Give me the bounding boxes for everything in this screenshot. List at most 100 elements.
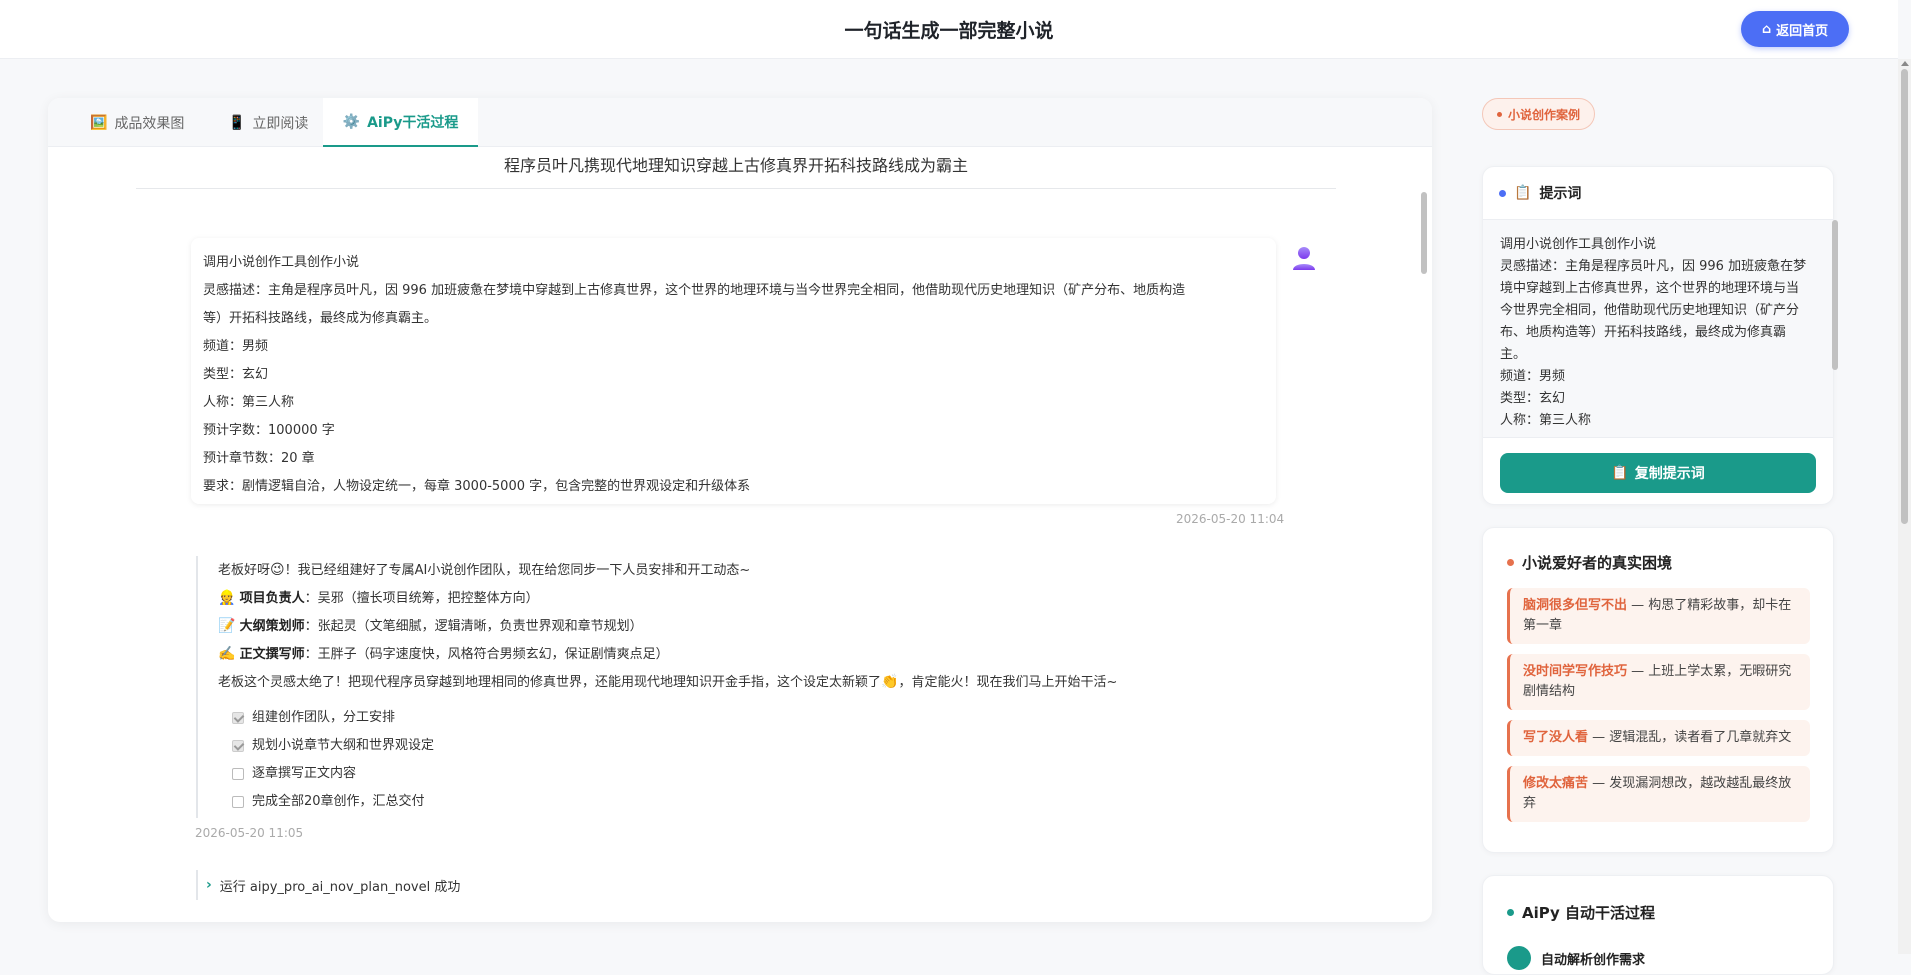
content-scrollbar[interactable] [1421, 186, 1428, 916]
prompt-panel: 📋 提示词 调用小说创作工具创作小说 灵感描述：主角是程序员叶凡，因 996 加… [1482, 166, 1834, 505]
auto-panel-title: AiPy 自动干活过程 [1522, 904, 1656, 922]
message-line: 频道：男频 [203, 339, 269, 354]
pain-item: 写了没人看 — 逻辑混乱，读者看了几章就弃文 [1507, 720, 1810, 756]
tab-aipy-process[interactable]: ⚙️ AiPy干活过程 [323, 98, 478, 147]
clipboard-icon: 📋 [1514, 185, 1532, 201]
task-checkbox[interactable] [232, 712, 244, 724]
reply-intro-text: 老板好呀 [218, 563, 271, 578]
reply-intro: 老板好呀😉！我已经组建好了专属AI小说创作团队，现在给您同步一下人员安排和开工动… [218, 556, 1246, 584]
copy-prompt-button[interactable]: 📋 复制提示词 [1500, 453, 1816, 493]
worker-emoji-icon: 👷 [218, 590, 236, 606]
message-line: 等）开拓科技路线，最终成为修真霸主。 [203, 311, 438, 326]
main-panel: 🖼️ 成品效果图 📱 立即阅读 ⚙️ AiPy干活过程 程序员叶凡携现代地理知识… [48, 98, 1432, 922]
reply-outro-text: 老板这个灵感太绝了！把现代程序员穿越到地理相同的修真世界，还能用现代地理知识开金… [218, 675, 882, 690]
top-bar: 一句话生成一部完整小说 ⌂ 返回首页 [0, 0, 1898, 59]
pain-panel-title: 小说爱好者的真实困境 [1522, 554, 1673, 572]
prompt-scrollbar-thumb[interactable] [1832, 220, 1838, 370]
home-icon: ⌂ [1761, 21, 1772, 37]
pain-item: 脑洞很多但写不出 — 构思了精彩故事，却卡在第一章 [1507, 588, 1810, 644]
home-button[interactable]: ⌂ 返回首页 [1741, 11, 1849, 47]
message-line: 调用小说创作工具创作小说 [203, 255, 360, 270]
task-item: 逐章撰写正文内容 [218, 760, 1246, 788]
auto-panel-header: AiPy 自动干活过程 [1507, 902, 1655, 923]
user-avatar-icon [1293, 247, 1315, 270]
auto-process-panel: AiPy 自动干活过程 自动解析创作需求 [1482, 875, 1834, 975]
pain-key: 修改太痛苦 [1523, 776, 1589, 791]
role-item: 👷 项目负责人：吴邪（擅长项目统筹，把控整体方向） [218, 584, 1246, 612]
tab-label: 成品效果图 [114, 115, 185, 132]
message-line: 类型：玄幻 [203, 367, 269, 382]
task-list: 组建创作团队，分工安排 规划小说章节大纲和世界观设定 逐章撰写正文内容 完成全部… [218, 704, 1246, 816]
scroll-up-arrow-icon[interactable] [1901, 61, 1909, 66]
reply-intro-text-2: ！我已经组建好了专属AI小说创作团队，现在给您同步一下人员安排和开工动态~ [284, 563, 751, 578]
pain-item: 修改太痛苦 — 发现漏洞想改，越改越乱最终放弃 [1507, 766, 1810, 822]
prompt-line: 类型：玄幻 [1500, 391, 1566, 406]
page-title: 一句话生成一部完整小说 [844, 20, 1054, 42]
tab-bar: 🖼️ 成品效果图 📱 立即阅读 ⚙️ AiPy干活过程 [48, 98, 1432, 147]
role-desc: ：张起灵（文笔细腻，逻辑清晰，负责世界观和章节规划） [304, 619, 643, 634]
task-checkbox[interactable] [232, 796, 244, 808]
phone-icon: 📱 [228, 114, 246, 131]
tab-result-image[interactable]: 🖼️ 成品效果图 [90, 98, 184, 147]
pain-key: 写了没人看 [1523, 730, 1589, 745]
home-button-label: 返回首页 [1776, 23, 1829, 39]
bullet-dot-icon [1499, 189, 1506, 197]
task-item: 规划小说章节大纲和世界观设定 [218, 732, 1246, 760]
auto-step: 自动解析创作需求 [1507, 946, 1645, 970]
role-title: 大纲策划师 [239, 619, 305, 634]
bullet-dot-icon [1507, 559, 1514, 566]
prompt-panel-title: 提示词 [1539, 186, 1582, 202]
page-scrollbar[interactable] [1898, 59, 1911, 954]
prompt-line: 布、地质构造等）开拓科技路线，最终成为修真霸 [1500, 325, 1787, 340]
reply-timestamp: 2026-05-20 11:05 [195, 826, 304, 840]
step-circle-icon [1507, 946, 1531, 970]
message-timestamp: 2026-05-20 11:04 [1176, 512, 1285, 526]
task-item: 组建创作团队，分工安排 [218, 704, 1246, 732]
role-item: ✍️ 正文撰写师：王胖子（码字速度快，风格符合男频玄幻，保证剧情爽点足） [218, 640, 1246, 668]
prompt-line: 人称：第三人称 [1500, 413, 1592, 428]
role-title: 项目负责人 [239, 591, 305, 606]
picture-icon: 🖼️ [90, 114, 108, 131]
message-line: 预计字数：100000 字 [203, 423, 335, 438]
clipboard-icon: 📋 [1611, 465, 1629, 481]
task-item: 完成全部20章创作，汇总交付 [218, 788, 1246, 816]
pain-text: — 逻辑混乱，读者看了几章就弃文 [1588, 730, 1792, 745]
prompt-line: 灵感描述：主角是程序员叶凡，因 996 加班疲惫在梦 [1500, 259, 1807, 274]
task-checkbox[interactable] [232, 768, 244, 780]
pain-points-panel: 小说爱好者的真实困境 脑洞很多但写不出 — 构思了精彩故事，却卡在第一章 没时间… [1482, 527, 1834, 853]
reply-outro-text-2: ，肯定能火！现在我们马上开始干活~ [898, 675, 1118, 690]
message-line: 灵感描述：主角是程序员叶凡，因 996 加班疲惫在梦境中穿越到上古修真世界，这个… [203, 283, 1186, 298]
pain-key: 没时间学写作技巧 [1523, 664, 1628, 679]
pain-item: 没时间学写作技巧 — 上班上学太累，无暇研究剧情结构 [1507, 654, 1810, 710]
prompt-line: 境中穿越到上古修真世界，这个世界的地理环境与当 [1500, 281, 1800, 296]
assistant-reply: 老板好呀😉！我已经组建好了专属AI小说创作团队，现在给您同步一下人员安排和开工动… [196, 556, 1246, 818]
smile-emoji-icon: 😉 [270, 562, 285, 578]
auto-step-label: 自动解析创作需求 [1541, 952, 1646, 968]
task-checkbox[interactable] [232, 740, 244, 752]
task-label: 组建创作团队，分工安排 [252, 710, 396, 725]
writing-hand-emoji-icon: ✍️ [218, 646, 236, 662]
bullet-dot-icon [1507, 909, 1514, 916]
tab-label: AiPy干活过程 [367, 114, 459, 131]
message-line: 预计章节数：20 章 [203, 451, 315, 466]
run-log-text: 运行 aipy_pro_ai_nov_plan_novel 成功 [219, 879, 461, 895]
role-title: 正文撰写师 [239, 647, 305, 662]
role-desc: ：吴邪（擅长项目统筹，把控整体方向） [304, 591, 539, 606]
prompt-text-box[interactable]: 调用小说创作工具创作小说 灵感描述：主角是程序员叶凡，因 996 加班疲惫在梦 … [1483, 219, 1833, 438]
content-scrollbar-thumb[interactable] [1421, 192, 1427, 274]
prompt-line: 频道：男频 [1500, 369, 1566, 384]
memo-emoji-icon: 📝 [218, 618, 236, 634]
chevron-right-icon: › [206, 877, 212, 893]
task-label: 完成全部20章创作，汇总交付 [252, 794, 425, 809]
prompt-line: 调用小说创作工具创作小说 [1500, 237, 1657, 252]
role-desc: ：王胖子（码字速度快，风格符合男频玄幻，保证剧情爽点足） [304, 647, 669, 662]
task-label: 逐章撰写正文内容 [252, 766, 357, 781]
clap-emoji-icon: 👏 [881, 674, 899, 690]
run-log-toggle[interactable]: › 运行 aipy_pro_ai_nov_plan_novel 成功 [196, 870, 460, 900]
page-scrollbar-thumb[interactable] [1901, 69, 1908, 524]
pain-key: 脑洞很多但写不出 [1523, 598, 1628, 613]
badge-dot-icon [1497, 111, 1502, 117]
tab-read-now[interactable]: 📱 立即阅读 [228, 98, 308, 147]
case-badge: 小说创作案例 [1482, 98, 1596, 130]
tab-label: 立即阅读 [252, 115, 309, 132]
